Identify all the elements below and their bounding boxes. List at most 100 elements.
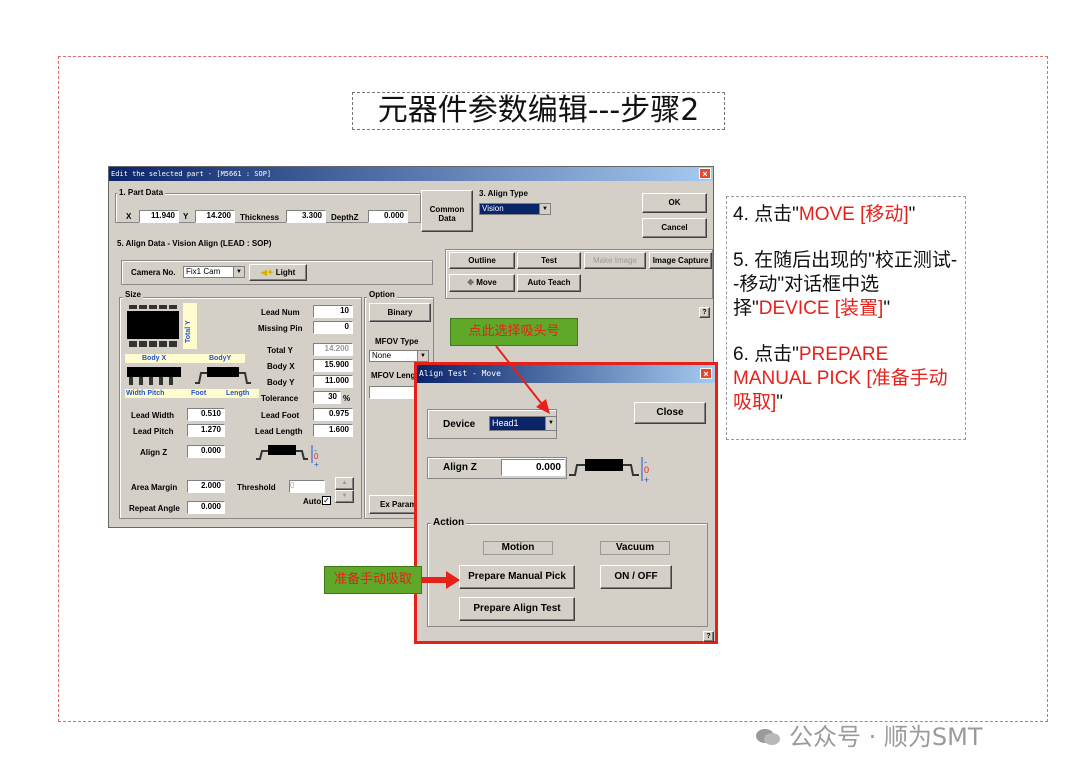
- device-label: Device: [443, 419, 476, 430]
- thickness-field[interactable]: 3.300: [286, 210, 326, 223]
- depthz-label: DepthZ: [331, 213, 359, 222]
- popup-titlebar: Align Test - Move: [417, 365, 715, 383]
- width-pitch-label: Width Pitch: [126, 390, 165, 397]
- steps-box: 4. 点击"MOVE [移动]" 5. 在随后出现的"校正测试--移动"对话框中…: [726, 196, 966, 440]
- callout-manual-pick: 准备手动吸取: [324, 566, 422, 594]
- common-data-button[interactable]: Common Data: [421, 190, 473, 232]
- device-select[interactable]: Head1 ▼: [489, 416, 557, 431]
- length-label: Length: [226, 390, 250, 397]
- test-button[interactable]: Test: [517, 252, 581, 269]
- lead-foot-field[interactable]: 0.975: [313, 408, 353, 421]
- ok-button[interactable]: OK: [642, 193, 707, 213]
- threshold-label: Threshold: [237, 483, 276, 492]
- svg-text:+: +: [314, 460, 319, 469]
- repeat-angle-label: Repeat Angle: [129, 504, 180, 513]
- popup-align-z-field[interactable]: 0.000: [501, 459, 565, 476]
- y-field[interactable]: 14.200: [195, 210, 235, 223]
- percent-label: %: [343, 394, 351, 403]
- help-icon[interactable]: ?: [699, 307, 710, 318]
- light-button[interactable]: ◀✦ Light: [249, 264, 307, 281]
- image-capture-button[interactable]: Image Capture: [649, 252, 712, 269]
- step-5: 5. 在随后出现的"校正测试--移动"对话框中选择"DEVICE [装置]": [733, 250, 958, 319]
- lead-pitch-field[interactable]: 1.270: [187, 424, 225, 437]
- lead-num-label: Lead Num: [261, 308, 300, 317]
- total-y-label: Total Y: [267, 346, 293, 355]
- action-label: Action: [431, 517, 467, 528]
- foot-label: Foot: [191, 390, 207, 397]
- align-data-label: 5. Align Data - Vision Align (LEAD : SOP…: [115, 239, 274, 248]
- lead-length-field[interactable]: 1.600: [313, 424, 353, 437]
- outline-button[interactable]: Outline: [449, 252, 515, 269]
- x-field[interactable]: 11.940: [139, 210, 179, 223]
- move-arrows-icon: ✥: [467, 278, 477, 287]
- threshold-field[interactable]: 0: [289, 480, 325, 493]
- chevron-down-icon: ▼: [233, 267, 244, 277]
- watermark: 公众号 · 顺为SMT: [755, 717, 983, 752]
- body-y-field[interactable]: 11.000: [313, 375, 353, 388]
- y-label: Y: [183, 212, 189, 221]
- camera-label: Camera No.: [131, 268, 176, 277]
- auto-label: Auto: [303, 497, 322, 506]
- chevron-down-icon: ▼: [417, 351, 428, 361]
- mfov-type-select[interactable]: None ▼: [369, 350, 429, 362]
- align-z-diagram-icon: - 0 +: [256, 445, 319, 469]
- wechat-icon: [756, 729, 780, 745]
- auto-checkbox[interactable]: ✓: [322, 496, 331, 505]
- step-6: 6. 点击"PREPARE MANUAL PICK [准备手动吸取]": [733, 344, 948, 413]
- prepare-align-test-button[interactable]: Prepare Align Test: [459, 597, 575, 621]
- repeat-angle-field[interactable]: 0.000: [187, 501, 225, 514]
- ic-chip-icon: [127, 305, 179, 347]
- popup-close-icon[interactable]: ×: [700, 368, 712, 379]
- area-margin-label: Area Margin: [131, 483, 178, 492]
- chevron-down-icon: ▼: [545, 417, 556, 430]
- lead-width-field[interactable]: 0.510: [187, 408, 225, 421]
- auto-teach-button[interactable]: Auto Teach: [517, 274, 581, 292]
- body-x-label: Body X: [142, 355, 167, 362]
- chevron-down-icon: ▼: [539, 204, 550, 214]
- align-type-label: 3. Align Type: [479, 189, 528, 198]
- popup-help-icon[interactable]: ?: [703, 631, 714, 642]
- camera-select[interactable]: Fix1 Cam ▼: [183, 266, 245, 278]
- align-z-label: Align Z: [140, 448, 168, 457]
- align-z-field[interactable]: 0.000: [187, 445, 225, 458]
- total-y-field[interactable]: 14.200: [313, 343, 353, 356]
- popup-align-z-diagram-icon: - 0 +: [569, 457, 649, 485]
- callout-select-head: 点此选择吸头号: [450, 318, 578, 346]
- vacuum-label: Vacuum: [600, 541, 670, 555]
- mfov-length-label: MFOV Leng: [371, 371, 416, 380]
- cancel-button[interactable]: Cancel: [642, 218, 707, 238]
- move-button[interactable]: ✥ Move: [449, 274, 515, 292]
- lead-width-label: Lead Width: [131, 411, 175, 420]
- svg-text:0: 0: [644, 465, 649, 475]
- slide-title: 元器件参数编辑---步骤2: [352, 92, 725, 130]
- threshold-down-icon[interactable]: ▼: [335, 490, 354, 503]
- close-button[interactable]: Close: [634, 402, 706, 424]
- part-data-label: 1. Part Data: [117, 188, 166, 197]
- thickness-label: Thickness: [240, 213, 280, 222]
- body-y-label: BodyY: [209, 355, 232, 362]
- ic-side-view-icon: [195, 367, 251, 384]
- mfov-type-label: MFOV Type: [375, 337, 419, 346]
- prepare-manual-pick-button[interactable]: Prepare Manual Pick: [459, 565, 575, 589]
- align-type-select[interactable]: Vision ▼: [479, 203, 551, 215]
- step-4: 4. 点击"MOVE [移动]": [733, 204, 916, 225]
- area-margin-field[interactable]: 2.000: [187, 480, 225, 493]
- tolerance-field[interactable]: 30: [313, 391, 341, 404]
- missing-pin-field[interactable]: 0: [313, 321, 353, 334]
- total-y-indicator: Total Y: [183, 303, 197, 349]
- depthz-field[interactable]: 0.000: [368, 210, 408, 223]
- popup-align-z-label: Align Z: [443, 462, 477, 473]
- close-icon[interactable]: ×: [699, 168, 711, 179]
- ic-front-view-icon: [127, 367, 181, 385]
- body-x-field[interactable]: 15.900: [313, 359, 353, 372]
- option-label: Option: [367, 290, 397, 299]
- motion-label: Motion: [483, 541, 553, 555]
- body-x-field-label: Body X: [267, 362, 295, 371]
- size-label: Size: [123, 290, 144, 299]
- svg-text:+: +: [644, 475, 649, 485]
- make-image-button[interactable]: Make Image: [584, 252, 646, 269]
- threshold-up-icon[interactable]: ▲: [335, 477, 354, 490]
- on-off-button[interactable]: ON / OFF: [600, 565, 672, 589]
- lead-num-field[interactable]: 10: [313, 305, 353, 318]
- binary-button[interactable]: Binary: [369, 303, 431, 322]
